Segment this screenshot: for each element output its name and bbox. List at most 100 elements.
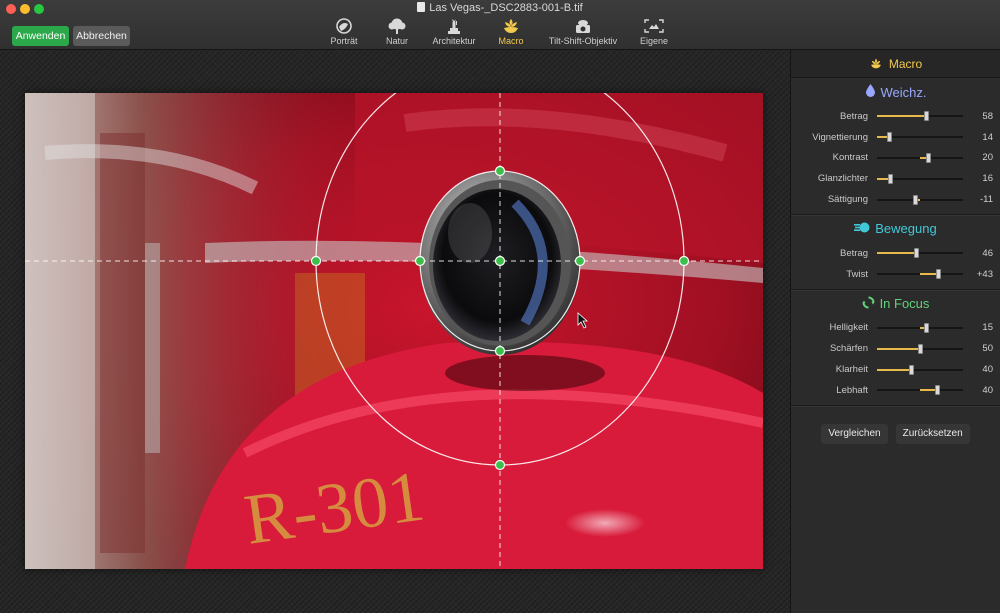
slider-row: Glanzlichter 16 (791, 168, 1000, 189)
portrait-icon (336, 18, 352, 34)
slider-track[interactable] (877, 111, 963, 122)
slider-track[interactable] (877, 152, 963, 163)
slider-handle[interactable] (923, 322, 929, 333)
center-handle[interactable] (494, 255, 506, 267)
panel-actions: Vergleichen Zurücksetzen (791, 423, 1000, 444)
slider-label: Kontrast (832, 152, 868, 164)
slider-handle[interactable] (888, 173, 894, 184)
mode-architecture[interactable]: Architektur (430, 18, 478, 48)
slider-label: Helligkeit (829, 322, 868, 334)
slider-handle[interactable] (926, 152, 932, 163)
slider-row: Klarheit 40 (791, 359, 1000, 380)
slider-label: Betrag (840, 110, 868, 122)
mouse-cursor (577, 312, 589, 329)
inner-bottom-handle[interactable] (494, 345, 506, 357)
toolbar: Las Vegas-_DSC2883-001-B.tif Anwenden Ab… (0, 0, 1000, 50)
mode-macro[interactable]: Macro (495, 18, 527, 48)
slider-handle[interactable] (917, 343, 923, 354)
reset-button[interactable]: Zurücksetzen (895, 423, 970, 444)
slider-row: Kontrast 20 (791, 148, 1000, 169)
inner-left-handle[interactable] (414, 255, 426, 267)
slider-fill (877, 368, 912, 371)
slider-track[interactable] (877, 194, 963, 205)
section-title: Bewegung (791, 215, 1000, 243)
slider-row: Twist +43 (791, 264, 1000, 285)
photo-preview[interactable]: R-301 (25, 93, 763, 569)
slider-label: Betrag (840, 247, 868, 259)
compare-button[interactable]: Vergleichen (821, 423, 888, 444)
slider-value: 50 (982, 343, 993, 355)
slider-handle[interactable] (924, 111, 930, 122)
inner-right-handle[interactable] (574, 255, 586, 267)
mode-tilt-shift[interactable]: Tilt-Shift-Objektiv (545, 18, 621, 48)
refresh-icon (862, 296, 875, 312)
section-motion: Bewegung Betrag 46 Twist +43 (791, 215, 1000, 290)
adjustments-panel: Macro Weichz. Betrag 58 Vignettierung 14 Kont… (790, 50, 1000, 613)
slider-handle[interactable] (912, 194, 918, 205)
canvas-area: R-301 (0, 50, 790, 613)
section-title: Weichz. (791, 78, 1000, 106)
slider-row: Betrag 46 (791, 243, 1000, 264)
flower-icon (870, 58, 881, 69)
outer-left-handle[interactable] (310, 255, 322, 267)
slider-handle[interactable] (908, 364, 914, 375)
outer-bottom-handle[interactable] (494, 459, 506, 471)
slider-fill (877, 347, 920, 350)
slider-label: Glanzlichter (817, 173, 868, 185)
panel-title: Macro (888, 56, 923, 71)
slider-row: Lebhaft 40 (791, 380, 1000, 401)
apply-button[interactable]: Anwenden (12, 26, 69, 46)
slider-value: 16 (982, 173, 993, 185)
slider-value: 46 (982, 247, 993, 259)
slider-handle[interactable] (935, 269, 941, 280)
slider-track[interactable] (877, 364, 963, 375)
slider-label: Twist (846, 268, 868, 280)
slider-value: 40 (982, 364, 993, 376)
flower-icon (504, 19, 518, 33)
section-in-focus: In Focus Helligkeit 15 Schärfen 50 Klarheit 40… (791, 290, 1000, 406)
mode-nature[interactable]: Natur (380, 18, 414, 48)
section-title: In Focus (791, 290, 1000, 318)
slider-value: 40 (982, 384, 993, 396)
slider-label: Klarheit (835, 364, 868, 376)
slider-value: -11 (979, 194, 993, 206)
slider-handle[interactable] (914, 248, 920, 259)
slider-label: Schärfen (829, 343, 868, 355)
slider-track[interactable] (877, 385, 963, 396)
slider-track[interactable] (877, 248, 963, 259)
slider-track[interactable] (877, 132, 963, 143)
drop-icon (865, 84, 876, 100)
slider-handle[interactable] (886, 132, 892, 143)
slider-row: Vignettierung 14 (791, 127, 1000, 148)
section-softness: Weichz. Betrag 58 Vignettierung 14 Kontrast 20… (791, 78, 1000, 215)
slider-row: Helligkeit 15 (791, 318, 1000, 339)
camera-icon (576, 20, 590, 33)
slider-value: 14 (982, 131, 993, 143)
slider-track[interactable] (877, 269, 963, 280)
slider-track[interactable] (877, 343, 963, 354)
document-icon (417, 2, 426, 12)
mode-portrait[interactable]: Porträt (325, 18, 363, 48)
outer-right-handle[interactable] (678, 255, 690, 267)
cancel-button[interactable]: Abbrechen (73, 26, 130, 46)
slider-label: Sättigung (827, 194, 868, 206)
slider-fill (877, 252, 917, 255)
slider-value: +43 (976, 268, 993, 280)
slider-handle[interactable] (934, 385, 940, 396)
slider-value: 20 (982, 152, 993, 164)
slider-label: Vignettierung (812, 131, 868, 143)
tree-icon (388, 18, 406, 34)
inner-top-handle[interactable] (494, 165, 506, 177)
slider-track[interactable] (877, 322, 963, 333)
mode-custom[interactable]: Eigene (638, 18, 670, 48)
effect-overlay (25, 93, 763, 569)
slider-track[interactable] (877, 173, 963, 184)
panel-header: Macro (791, 50, 1000, 78)
slider-row: Schärfen 50 (791, 338, 1000, 359)
custom-frame-icon (644, 19, 664, 33)
motion-icon (854, 221, 870, 236)
window-title: Las Vegas-_DSC2883-001-B.tif (0, 2, 1000, 14)
slider-value: 58 (982, 110, 993, 122)
statue-icon (448, 19, 460, 34)
slider-row: Sättigung -11 (791, 189, 1000, 210)
